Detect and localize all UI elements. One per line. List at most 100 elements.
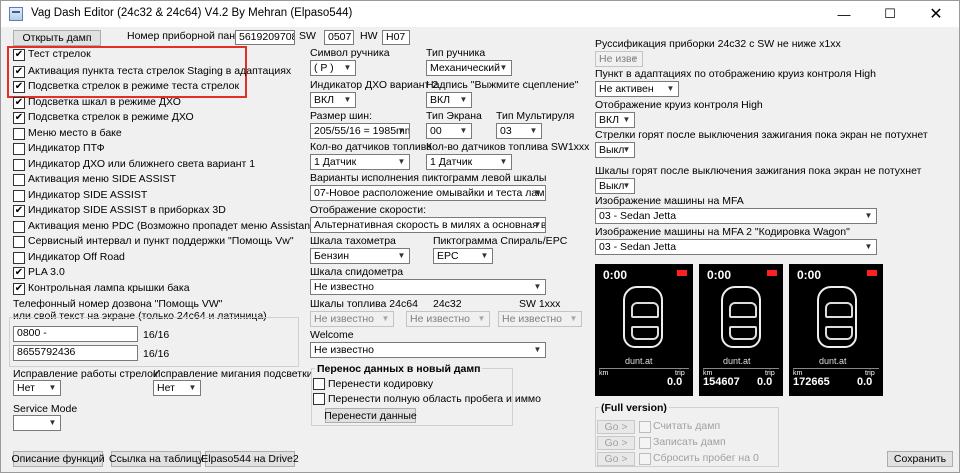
table-link-button[interactable]: Ссылка на таблицу xyxy=(109,451,203,467)
screen-type-value: 00 xyxy=(430,125,442,137)
phone-count-2: 16/16 xyxy=(143,348,170,360)
drl-v2-label: Индикатор ДХО вариант 2 xyxy=(310,79,439,91)
transfer-mileage-label: Перенести полную область пробега и иммо xyxy=(328,393,541,405)
read-dump-checkbox[interactable] xyxy=(639,421,651,433)
checkbox-4[interactable]: ✔ xyxy=(13,112,25,124)
go-write-button[interactable]: Go > xyxy=(597,436,635,450)
welcome-select[interactable]: Не известно ▼ xyxy=(310,342,546,358)
checkbox-2[interactable]: ✔ xyxy=(13,81,25,93)
pictograms-select[interactable]: 07-Новое расположение омывайки и теста л… xyxy=(310,185,546,201)
phone-count-1: 16/16 xyxy=(143,329,170,341)
checkbox-10[interactable]: ✔ xyxy=(13,205,25,217)
sw-field[interactable]: 0507 xyxy=(324,30,354,45)
cruise-adapt-label: Пункт в адаптациях по отображению круиз … xyxy=(595,68,876,80)
checkbox-12[interactable] xyxy=(13,236,25,248)
needles-off-select[interactable]: Выкл ▼ xyxy=(595,142,635,158)
close-icon[interactable]: ✕ xyxy=(913,1,959,27)
checkbox-label: Тест стрелок xyxy=(28,48,91,60)
full-version-title: (Full version) xyxy=(599,402,669,414)
tach-label: Шкала тахометра xyxy=(310,235,396,247)
handbrake-type-label: Тип ручника xyxy=(426,47,486,59)
russify-select[interactable]: Не изве ▼ xyxy=(595,51,643,67)
mfa-car2-select[interactable]: 03 - Sedan Jetta ▼ xyxy=(595,239,877,255)
checkbox-label: PLA 3.0 xyxy=(28,266,65,278)
checkbox-1[interactable]: ✔ xyxy=(13,66,25,78)
checkbox-7[interactable] xyxy=(13,159,25,171)
hw-field[interactable]: H07 xyxy=(382,30,410,45)
reset-mileage-checkbox[interactable] xyxy=(639,453,651,465)
checkbox-11[interactable] xyxy=(13,221,25,233)
chevron-down-icon: ▼ xyxy=(666,84,675,93)
write-dump-checkbox[interactable] xyxy=(639,437,651,449)
open-dump-button[interactable]: Открыть дамп xyxy=(13,30,101,46)
cruise-adapt-select[interactable]: Не активен ▼ xyxy=(595,81,679,97)
cruise-adapt-value: Не активен xyxy=(599,83,654,95)
fuel-24c64-select[interactable]: Не известно ▼ xyxy=(310,311,394,327)
checkbox-label: Контрольная лампа крышки бака xyxy=(28,282,190,294)
chevron-down-icon: ▼ xyxy=(459,95,468,104)
checkbox-9[interactable] xyxy=(13,190,25,202)
check-icon: ✔ xyxy=(14,66,24,77)
blink-fix-select[interactable]: Нет ▼ xyxy=(153,380,201,396)
drl-v2-select[interactable]: ВКЛ ▼ xyxy=(310,92,356,108)
checkbox-label: Индикатор ДХО или ближнего света вариант… xyxy=(28,158,256,170)
speedo-select[interactable]: Не известно ▼ xyxy=(310,279,546,295)
maximize-icon[interactable]: ☐ xyxy=(867,1,913,27)
fuel-sw1xxx-select[interactable]: Не известно ▼ xyxy=(498,311,582,327)
save-button[interactable]: Сохранить xyxy=(887,451,953,467)
checkbox-6[interactable] xyxy=(13,143,25,155)
go-read-button[interactable]: Go > xyxy=(597,420,635,434)
write-dump-label: Записать дамп xyxy=(653,436,726,448)
tire-size-select[interactable]: 205/55/16 = 1985mm ▼ xyxy=(310,123,410,139)
cruise-show-select[interactable]: ВКЛ ▼ xyxy=(595,112,635,128)
handbrake-symbol-select[interactable]: ( P ) ▼ xyxy=(310,60,356,76)
tach-select[interactable]: Бензин ▼ xyxy=(310,248,410,264)
speed-display-select[interactable]: Альтернативная скорость в милях а основн… xyxy=(310,217,546,233)
transfer-mileage-checkbox[interactable] xyxy=(313,393,325,405)
dash-time: 0:00 xyxy=(797,268,822,282)
checkbox-14[interactable]: ✔ xyxy=(13,267,25,279)
fuel-sw1xxx-label: SW 1xxx xyxy=(519,298,561,310)
multi-type-label: Тип Мультируля xyxy=(496,110,575,122)
fuel-24c32-select[interactable]: Не известно ▼ xyxy=(406,311,490,327)
panel-number-field[interactable]: 5619209708 xyxy=(235,30,295,45)
phone-input-2[interactable]: 8655792436 xyxy=(13,345,138,361)
checkbox-15[interactable]: ✔ xyxy=(13,283,25,295)
scales-off-label: Шкалы горят после выключения зажигания п… xyxy=(595,165,922,177)
dash-trip: 0.0 xyxy=(667,376,683,388)
scales-off-select[interactable]: Выкл ▼ xyxy=(595,178,635,194)
checkbox-label: Сервисный интервал и пункт поддержки "По… xyxy=(28,235,294,247)
phone-input-1[interactable]: 0800 - xyxy=(13,326,138,342)
multi-type-select[interactable]: 03 ▼ xyxy=(496,123,542,139)
service-mode-select[interactable]: ▼ xyxy=(13,415,61,431)
transfer-coding-checkbox[interactable] xyxy=(313,378,325,390)
screen-type-select[interactable]: 00 ▼ xyxy=(426,123,472,139)
fuel-sensors-sw-select[interactable]: 1 Датчик ▼ xyxy=(426,154,512,170)
chevron-down-icon: ▼ xyxy=(381,314,390,323)
checkbox-13[interactable] xyxy=(13,252,25,264)
handbrake-type-select[interactable]: Механический ▼ xyxy=(426,60,512,76)
dash-time: 0:00 xyxy=(707,268,732,282)
chevron-down-icon: ▼ xyxy=(533,220,542,229)
fuel-sensors-select[interactable]: 1 Датчик ▼ xyxy=(310,154,410,170)
needle-fix-value: Нет xyxy=(17,382,35,394)
mfa-car2-label: Изображение машины на MFA 2 "Кодировка W… xyxy=(595,226,850,238)
checkbox-5[interactable] xyxy=(13,128,25,140)
go-reset-button[interactable]: Go > xyxy=(597,452,635,466)
checkbox-0[interactable]: ✔ xyxy=(13,49,25,61)
checkbox-8[interactable] xyxy=(13,174,25,186)
needle-fix-select[interactable]: Нет ▼ xyxy=(13,380,61,396)
chevron-down-icon: ▼ xyxy=(397,157,406,166)
minimize-icon[interactable]: — xyxy=(821,1,867,27)
checkbox-label: Активация пункта теста стрелок Staging в… xyxy=(28,65,292,77)
functions-button[interactable]: Описание функций xyxy=(11,451,105,467)
fuel-24c32-label: 24c32 xyxy=(433,298,462,310)
chevron-down-icon: ▼ xyxy=(188,383,197,392)
epc-select[interactable]: EPC ▼ xyxy=(433,248,493,264)
clutch-select[interactable]: ВКЛ ▼ xyxy=(426,92,472,108)
checkbox-3[interactable]: ✔ xyxy=(13,97,25,109)
drive2-button[interactable]: Elpaso544 на Drive2 xyxy=(201,451,299,467)
mfa-car-select[interactable]: 03 - Sedan Jetta ▼ xyxy=(595,208,877,224)
transfer-data-button[interactable]: Перенести данные xyxy=(324,408,417,423)
check-icon: ✔ xyxy=(14,112,24,123)
